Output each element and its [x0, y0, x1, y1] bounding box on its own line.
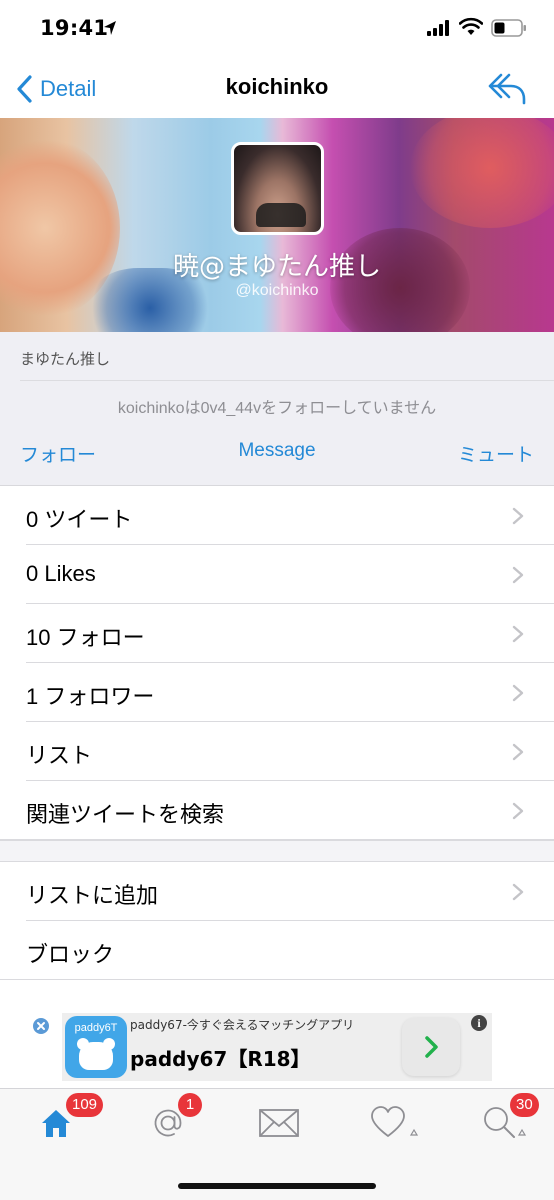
ad-open-button[interactable] — [402, 1018, 460, 1076]
envelope-icon — [259, 1109, 299, 1137]
tab-home[interactable]: 109 — [26, 1093, 104, 1143]
chevron-right-icon — [512, 802, 524, 820]
menu-item-label: 0 ツイート — [26, 507, 133, 532]
heart-icon — [371, 1106, 418, 1137]
menu-item-label: 0 Likes — [26, 561, 96, 586]
chevron-right-icon — [512, 883, 524, 901]
close-icon — [37, 1022, 45, 1030]
profile-action-list: リストに追加 ブロック — [0, 862, 554, 980]
menu-item-tweets[interactable]: 0 ツイート — [0, 486, 554, 545]
ad-title: paddy67【R18】 — [130, 1047, 311, 1071]
menu-item-label: ブロック — [26, 942, 115, 967]
ad-subtitle: paddy67-今すぐ会えるマッチングアプリ — [130, 1018, 355, 1032]
tab-likes[interactable] — [358, 1099, 418, 1143]
menu-item-add-to-list[interactable]: リストに追加 — [0, 862, 554, 921]
menu-item-following[interactable]: 10 フォロー — [0, 604, 554, 663]
chevron-right-icon — [512, 684, 524, 702]
menu-item-label: 関連ツイートを検索 — [26, 802, 225, 827]
home-badge: 109 — [66, 1093, 104, 1117]
mute-button[interactable]: ミュート — [458, 440, 534, 467]
profile-menu-list: 0 ツイート 0 Likes 10 フォロー 1 フォロワー リスト 関連ツイー… — [0, 486, 554, 840]
chevron-right-icon — [425, 1036, 438, 1058]
cellular-signal-icon — [427, 20, 449, 36]
menu-item-label: 1 フォロワー — [26, 684, 155, 709]
menu-item-followers[interactable]: 1 フォロワー — [0, 663, 554, 722]
ad-app-icon: paddy6T — [65, 1016, 127, 1078]
ad-info-icon[interactable]: i — [471, 1015, 487, 1031]
home-indicator — [178, 1183, 376, 1189]
tab-mentions[interactable]: 1 — [138, 1093, 202, 1143]
follow-relationship-text: koichinkoは0v4_44vをフォローしていません — [117, 400, 437, 417]
display-name: 暁@まゆたん推し — [172, 252, 381, 282]
ad-banner-container: paddy6T paddy67-今すぐ会えるマッチングアプリ paddy67【R… — [0, 980, 554, 1088]
wifi-icon — [459, 17, 483, 35]
tab-messages[interactable] — [246, 1099, 306, 1143]
profile-info-section: まゆたん推し koichinkoは0v4_44vをフォローしていません フォロー… — [0, 332, 554, 486]
status-bar: 19:41 — [0, 0, 554, 60]
menu-item-related-search[interactable]: 関連ツイートを検索 — [0, 781, 554, 840]
menu-item-label: リストに追加 — [26, 883, 159, 908]
battery-icon — [491, 19, 526, 37]
user-handle: @koichinko — [235, 282, 319, 299]
reply-icon[interactable] — [487, 72, 527, 106]
page-title: koichinko — [225, 74, 329, 99]
location-arrow-icon — [104, 21, 116, 35]
clock-time: 19:41 — [40, 16, 109, 40]
avatar-photo-detail — [256, 203, 306, 227]
chevron-right-icon — [512, 507, 524, 525]
search-badge: 30 — [510, 1093, 539, 1117]
ad-banner[interactable]: paddy6T paddy67-今すぐ会えるマッチングアプリ paddy67【R… — [62, 1013, 492, 1081]
avatar[interactable] — [231, 142, 324, 235]
profile-bio: まゆたん推し — [20, 350, 111, 368]
divider — [20, 380, 554, 381]
section-gap — [0, 840, 554, 862]
bear-icon — [79, 1042, 113, 1070]
menu-item-block[interactable]: ブロック — [0, 921, 554, 980]
chevron-right-icon — [512, 625, 524, 643]
menu-item-likes[interactable]: 0 Likes — [0, 545, 554, 604]
menu-item-label: リスト — [26, 743, 93, 768]
tab-search[interactable]: 30 — [470, 1093, 539, 1143]
menu-item-label: 10 フォロー — [26, 625, 145, 650]
chevron-right-icon — [512, 566, 524, 584]
chevron-right-icon — [512, 743, 524, 761]
ad-close-button[interactable] — [33, 1018, 49, 1034]
mentions-badge: 1 — [178, 1093, 202, 1117]
menu-item-lists[interactable]: リスト — [0, 722, 554, 781]
banner-blur-shape — [410, 118, 554, 228]
navigation-bar: Detail koichinko — [0, 60, 554, 118]
ad-brand-text: paddy6T — [74, 1022, 118, 1034]
